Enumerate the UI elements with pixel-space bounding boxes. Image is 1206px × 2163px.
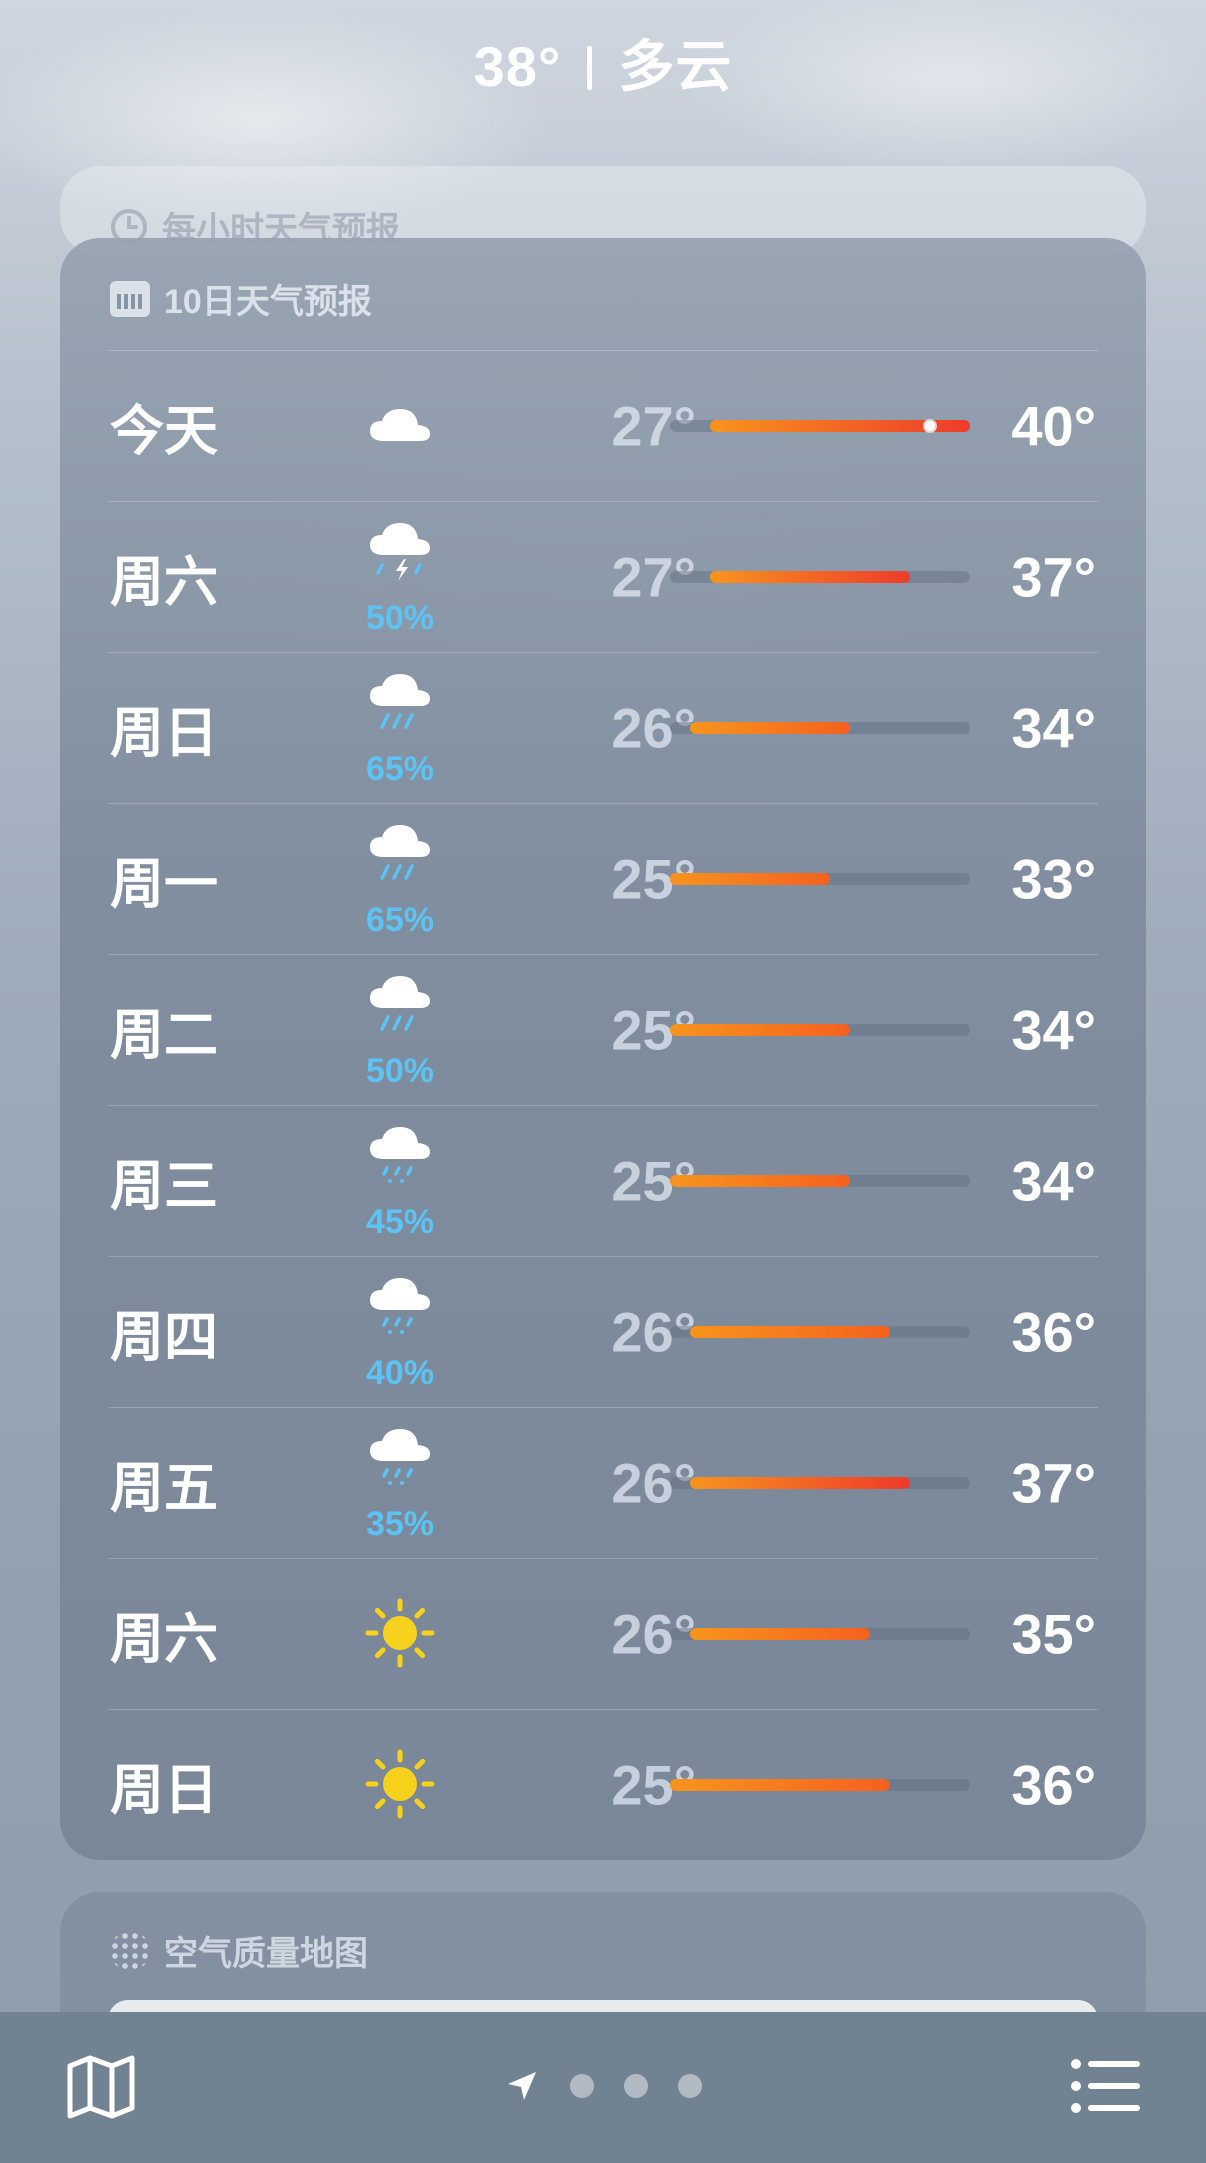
forecast-row[interactable]: 周日 65% 26° 34° [60, 652, 1146, 803]
rain-heavy-icon [360, 970, 440, 1043]
temp-range-bar [670, 1778, 890, 1791]
forecast-row[interactable]: 周六 26° 35° [60, 1558, 1146, 1709]
high-temp: 35° [1011, 1602, 1096, 1665]
weather-icon-group: 45% [330, 1105, 470, 1256]
high-temp: 34° [1011, 998, 1096, 1061]
bottom-toolbar [0, 2012, 1206, 2163]
temp-range-bar [690, 1627, 870, 1640]
weather-icon-group [330, 1709, 470, 1860]
temp-range-track [670, 872, 970, 885]
temp-range-bar [670, 872, 830, 885]
temp-range-bar [690, 1476, 910, 1489]
rain-light-icon [360, 1272, 440, 1345]
air-card-title: 空气质量地图 [164, 1935, 368, 1973]
day-label: 周五 [110, 1458, 218, 1518]
weather-icon-group: 35% [330, 1407, 470, 1558]
current-condition: 多云 [618, 35, 733, 98]
precip-chance: 45% [365, 1203, 435, 1241]
forecast-row[interactable]: 周六 50% 27° 37° [60, 501, 1146, 652]
day-label: 周三 [110, 1156, 218, 1216]
rain-heavy-icon [360, 668, 440, 741]
list-icon[interactable] [1070, 2056, 1140, 2116]
day-label: 周六 [110, 1609, 218, 1669]
location-arrow-icon[interactable] [504, 2068, 540, 2104]
day-label: 周四 [110, 1307, 218, 1367]
page-dot[interactable] [570, 2074, 594, 2098]
temp-range-bar [670, 1023, 850, 1036]
weather-icon-group: 40% [330, 1256, 470, 1407]
forecast-card-title: 10日天气预报 [164, 283, 372, 321]
high-temp: 33° [1011, 847, 1096, 910]
temp-range-bar [690, 1325, 890, 1338]
high-temp: 37° [1011, 545, 1096, 608]
sun-icon [360, 1593, 440, 1678]
forecast-row[interactable]: 周日 25° 36° [60, 1709, 1146, 1860]
high-temp: 36° [1011, 1753, 1096, 1816]
ten-day-forecast-card[interactable]: 10日天气预报 今天 27° 40° 周六 50% 27° 37° 周日 65% 26° 34° 周一… [60, 238, 1146, 1860]
weather-icon-group [330, 1558, 470, 1709]
high-temp: 34° [1011, 696, 1096, 759]
forecast-row[interactable]: 周一 65% 25° 33° [60, 803, 1146, 954]
temp-range-track [670, 570, 970, 583]
temp-range-bar [670, 1174, 850, 1187]
day-label: 周六 [110, 552, 218, 612]
temp-range-track [670, 1325, 970, 1338]
rain-light-icon [360, 1423, 440, 1496]
precip-chance: 65% [365, 750, 435, 788]
precip-chance: 50% [365, 599, 435, 637]
calendar-icon [110, 280, 150, 317]
page-indicator[interactable] [0, 2068, 1206, 2104]
aqi-dots-icon [110, 1930, 150, 1971]
temp-range-track [670, 1627, 970, 1640]
high-temp: 40° [1011, 394, 1096, 457]
high-temp: 34° [1011, 1149, 1096, 1212]
precip-chance: 35% [365, 1505, 435, 1543]
forecast-row[interactable]: 周四 40% 26° 36° [60, 1256, 1146, 1407]
day-label: 周二 [110, 1005, 218, 1065]
temp-range-track [670, 1023, 970, 1036]
rain-heavy-icon [360, 819, 440, 892]
page-dot[interactable] [624, 2074, 648, 2098]
high-temp: 37° [1011, 1451, 1096, 1514]
forecast-row[interactable]: 今天 27° 40° [60, 350, 1146, 501]
current-temp-marker [923, 418, 937, 433]
weather-icon-group: 50% [330, 954, 470, 1105]
forecast-row[interactable]: 周二 50% 25° 34° [60, 954, 1146, 1105]
temp-range-track [670, 1174, 970, 1187]
air-card-header: 空气质量地图 [110, 1926, 368, 1975]
weather-icon-group [330, 350, 470, 501]
weather-icon-group: 65% [330, 652, 470, 803]
weather-icon-group: 65% [330, 803, 470, 954]
summary-separator [587, 46, 593, 90]
temp-range-bar [690, 721, 850, 734]
cloud-icon [360, 397, 440, 458]
temp-range-track [670, 1778, 970, 1791]
precip-chance: 40% [365, 1354, 435, 1392]
day-label: 周日 [110, 703, 218, 763]
day-label: 今天 [110, 401, 218, 461]
forecast-row[interactable]: 周五 35% 26° 37° [60, 1407, 1146, 1558]
precip-chance: 65% [365, 901, 435, 939]
thunderstorm-icon [360, 517, 440, 590]
current-summary: 38° 多云 [0, 22, 1206, 103]
rain-light-icon [360, 1121, 440, 1194]
page-dot[interactable] [678, 2074, 702, 2098]
temp-range-bar [710, 570, 910, 583]
sun-icon [360, 1744, 440, 1829]
temp-range-track [670, 721, 970, 734]
day-label: 周日 [110, 1760, 218, 1820]
forecast-card-header: 10日天气预报 [110, 274, 372, 323]
current-temp: 38° [473, 35, 562, 98]
weather-icon-group: 50% [330, 501, 470, 652]
temp-range-track [670, 418, 970, 433]
temp-range-track [670, 1476, 970, 1489]
precip-chance: 50% [365, 1052, 435, 1090]
high-temp: 36° [1011, 1300, 1096, 1363]
day-label: 周一 [110, 854, 218, 914]
forecast-row[interactable]: 周三 45% 25° 34° [60, 1105, 1146, 1256]
